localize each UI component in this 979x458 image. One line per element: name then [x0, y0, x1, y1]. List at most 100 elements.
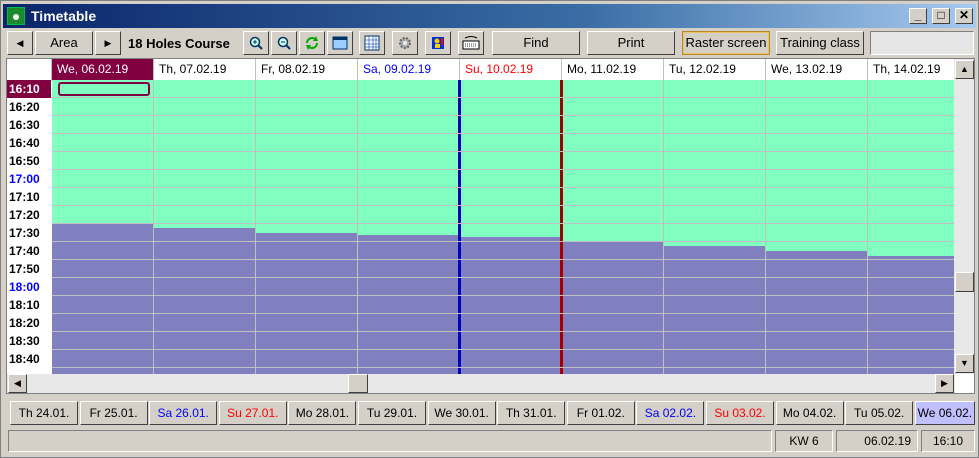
scroll-up-arrow-icon[interactable]: ▲ — [955, 60, 974, 79]
day-header[interactable]: Su, 10.02.19 — [460, 59, 562, 80]
weekend-separator — [560, 80, 563, 374]
occupied-slots[interactable] — [256, 233, 357, 374]
toolbar-blank-field — [870, 31, 974, 55]
day-header[interactable]: We, 06.02.19 — [52, 59, 154, 80]
day-column[interactable] — [154, 80, 256, 374]
scroll-right-arrow-icon[interactable]: ▶ — [935, 374, 954, 393]
day-header[interactable]: Fr, 08.02.19 — [256, 59, 358, 80]
time-label: 18:00 — [9, 280, 40, 294]
prev-area-button[interactable]: ◀ — [7, 31, 33, 55]
time-label: 16:30 — [9, 118, 40, 132]
day-column[interactable] — [358, 80, 460, 374]
selected-slot[interactable] — [58, 82, 150, 96]
scroll-down-arrow-icon[interactable]: ▼ — [955, 354, 974, 373]
occupied-slots[interactable] — [664, 246, 765, 374]
find-button[interactable]: Find — [492, 31, 580, 55]
date-strip-day[interactable]: Tu 29.01. — [358, 401, 426, 425]
day-header[interactable]: Mo, 11.02.19 — [562, 59, 664, 80]
status-message — [8, 430, 772, 452]
occupied-slots[interactable] — [358, 235, 459, 374]
status-bar: KW 6 06.02.19 16:10 — [6, 430, 975, 453]
time-label: 17:20 — [9, 208, 40, 222]
slot-grid[interactable] — [52, 80, 955, 374]
day-header[interactable]: Sa, 09.02.19 — [358, 59, 460, 80]
day-column[interactable] — [52, 80, 154, 374]
day-column[interactable] — [664, 80, 766, 374]
occupied-slots[interactable] — [460, 237, 561, 374]
date-strip-day[interactable]: Sa 26.01. — [149, 401, 218, 425]
date-strip-day[interactable]: Su 27.01. — [218, 401, 287, 425]
occupied-slots[interactable] — [52, 224, 153, 374]
date-strip-day[interactable]: Fr 01.02. — [566, 401, 635, 425]
day-header-row: We, 06.02.19 Th, 07.02.19 Fr, 08.02.19 Sa, … — [7, 59, 970, 81]
day-header[interactable]: Th, 07.02.19 — [154, 59, 256, 80]
day-header[interactable]: We, 13.02.19 — [766, 59, 868, 80]
row-divider — [52, 295, 955, 296]
close-button[interactable]: ✕ — [955, 8, 973, 24]
row-divider — [52, 133, 955, 134]
date-strip-day[interactable]: Tu 05.02. — [845, 401, 914, 425]
day-column[interactable] — [868, 80, 955, 374]
row-divider — [52, 115, 955, 116]
date-strip-day[interactable]: Su 03.02. — [706, 401, 774, 425]
keyboard-button[interactable] — [458, 31, 484, 55]
toolbar: ◀ Area ▶ 18 Holes Course Find Print Rast… — [3, 30, 978, 58]
day-header[interactable]: Tu, 12.02.19 — [664, 59, 766, 80]
maximize-button[interactable]: □ — [932, 8, 950, 24]
day-column[interactable] — [256, 80, 358, 374]
row-divider — [52, 205, 955, 206]
scroll-thumb-horizontal[interactable] — [348, 374, 368, 393]
date-strip-day[interactable]: We 06.02. — [914, 401, 975, 425]
row-divider — [52, 169, 955, 170]
occupied-slots[interactable] — [154, 228, 255, 374]
date-strip-day[interactable]: Mo 28.01. — [288, 401, 357, 425]
calendar-button[interactable] — [359, 31, 385, 55]
row-divider — [52, 331, 955, 332]
status-time: 16:10 — [921, 430, 975, 452]
date-strip-day[interactable]: Fr 25.01. — [79, 401, 148, 425]
refresh-icon — [306, 36, 318, 50]
date-strip-day[interactable]: Th 31.01. — [497, 401, 566, 425]
date-strip-day[interactable]: Mo 04.02. — [775, 401, 844, 425]
time-label: 16:50 — [9, 154, 40, 168]
day-column[interactable] — [460, 80, 562, 374]
scroll-left-arrow-icon[interactable]: ◀ — [8, 374, 27, 393]
date-strip-day[interactable]: Th 24.01. — [10, 401, 78, 425]
status-week: KW 6 — [775, 430, 833, 452]
time-label: 17:50 — [9, 262, 40, 276]
zoom-in-button[interactable] — [243, 31, 269, 55]
row-divider — [52, 151, 955, 152]
training-class-button[interactable]: Training class — [776, 31, 864, 55]
minimize-button[interactable]: _ — [909, 8, 927, 24]
day-column[interactable] — [766, 80, 868, 374]
occupied-slots[interactable] — [868, 256, 955, 374]
time-label: 17:30 — [9, 226, 40, 240]
refresh-button[interactable] — [299, 31, 325, 55]
print-button[interactable]: Print — [587, 31, 675, 55]
title-bar[interactable]: Timetable _ □ ✕ — [3, 4, 976, 28]
next-area-button[interactable]: ▶ — [95, 31, 121, 55]
occupied-slots[interactable] — [562, 242, 663, 374]
raster-screen-button[interactable]: Raster screen — [682, 31, 770, 55]
horizontal-scrollbar[interactable]: ◀ ▶ — [7, 374, 955, 393]
players-button[interactable] — [425, 31, 451, 55]
area-button[interactable]: Area — [35, 31, 93, 55]
settings-button[interactable] — [392, 31, 418, 55]
row-divider — [52, 277, 955, 278]
time-label: 18:40 — [9, 352, 40, 366]
keyboard-icon — [462, 36, 480, 50]
window-title: Timetable — [31, 8, 97, 24]
table-view-button[interactable] — [327, 31, 353, 55]
zoom-in-icon — [249, 36, 263, 50]
time-label: 18:10 — [9, 298, 40, 312]
row-divider — [52, 367, 955, 368]
scroll-thumb-vertical[interactable] — [955, 272, 974, 292]
timetable-grid: We, 06.02.19 Th, 07.02.19 Fr, 08.02.19 Sa, … — [6, 58, 975, 394]
row-divider — [52, 241, 955, 242]
day-column[interactable] — [562, 80, 664, 374]
row-divider — [52, 313, 955, 314]
date-strip-day[interactable]: We 30.01. — [427, 401, 496, 425]
date-strip-day[interactable]: Sa 02.02. — [636, 401, 705, 425]
vertical-scrollbar[interactable]: ▲ ▼ — [954, 59, 974, 374]
zoom-out-button[interactable] — [271, 31, 297, 55]
